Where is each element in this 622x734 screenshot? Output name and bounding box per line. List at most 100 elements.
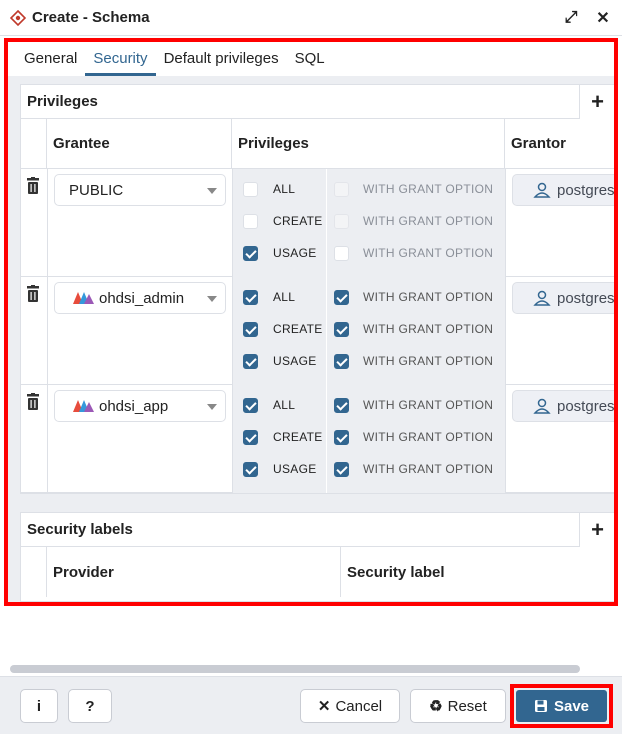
grant-option-label: WITH GRANT OPTION	[363, 182, 494, 196]
privilege-label: CREATE	[273, 214, 323, 228]
privilege-row: ohdsi_admin ALL WITH GRANT OPTION CREATE WIT…	[21, 277, 615, 385]
privilege-label: CREATE	[273, 322, 323, 336]
column-header-privileges: Privileges	[232, 119, 505, 168]
grant-option-checkbox[interactable]	[334, 214, 349, 229]
privileges-cell: ALL WITH GRANT OPTION CREATE WITH GRANT OPT…	[233, 277, 505, 385]
grant-option-label: WITH GRANT OPTION	[363, 290, 494, 304]
grantee-value: PUBLIC	[69, 181, 124, 199]
grant-option-checkbox[interactable]	[334, 430, 349, 445]
highlight-box-save: Save	[510, 684, 613, 728]
privileges-panel: Privileges + Grantee Privileges Grantor …	[20, 84, 615, 494]
grant-option-label: WITH GRANT OPTION	[363, 430, 494, 444]
privilege-label: USAGE	[273, 246, 317, 260]
save-label: Save	[553, 697, 590, 715]
grantee-select[interactable]: ohdsi_app	[54, 390, 226, 422]
privilege-label: ALL	[273, 290, 296, 304]
help-button[interactable]: ?	[68, 689, 112, 723]
chevron-down-icon	[207, 188, 217, 194]
reset-button[interactable]: ♻ Reset	[410, 689, 506, 723]
grant-option-checkbox[interactable]	[334, 398, 349, 413]
save-icon	[534, 700, 547, 712]
privilege-checkbox[interactable]	[243, 398, 258, 413]
info-button[interactable]: i	[20, 689, 58, 723]
grant-option-checkbox[interactable]	[334, 290, 349, 305]
privilege-checkbox[interactable]	[243, 246, 258, 261]
grantor-field: postgres	[512, 390, 614, 422]
privilege-checkbox[interactable]	[243, 182, 258, 197]
privilege-checkbox[interactable]	[243, 290, 258, 305]
chevron-down-icon	[207, 296, 217, 302]
dialog-titlebar: Create - Schema ⤢ ✕	[0, 0, 622, 36]
chevron-down-icon	[207, 404, 217, 410]
add-security-label-button[interactable]: +	[579, 513, 614, 547]
delete-row-icon[interactable]	[25, 177, 41, 195]
column-header-grantee: Grantee	[47, 119, 232, 168]
grant-option-label: WITH GRANT OPTION	[363, 398, 494, 412]
grantee-select[interactable]: PUBLIC	[54, 174, 226, 206]
user-icon	[533, 398, 551, 414]
dialog-title: Create - Schema	[32, 9, 150, 26]
privileges-cell: ALL WITH GRANT OPTION CREATE WITH GRANT OPT…	[233, 169, 505, 277]
privileges-panel-title: Privileges	[21, 85, 614, 119]
grant-option-label: WITH GRANT OPTION	[363, 246, 494, 260]
privilege-row: PUBLIC ALL WITH GRANT OPTION CREATE WITH GRA…	[21, 169, 615, 277]
add-privilege-button[interactable]: +	[579, 85, 614, 119]
save-button[interactable]: Save	[516, 690, 607, 722]
highlight-box-security: General Security Default privileges SQL …	[4, 38, 618, 606]
user-icon	[533, 182, 551, 198]
cancel-label: Cancel	[335, 697, 383, 715]
cancel-button[interactable]: ✕ Cancel	[300, 689, 400, 723]
column-header-provider: Provider	[47, 547, 341, 597]
cancel-icon: ✕	[317, 698, 331, 715]
grantee-value: ohdsi_app	[99, 397, 169, 415]
tab-general[interactable]: General	[16, 46, 85, 76]
user-icon	[533, 290, 551, 306]
privilege-label: CREATE	[273, 430, 323, 444]
tab-sql[interactable]: SQL	[287, 46, 333, 76]
grant-option-checkbox[interactable]	[334, 322, 349, 337]
privilege-checkbox[interactable]	[243, 462, 258, 477]
grant-option-checkbox[interactable]	[334, 182, 349, 197]
privilege-label: USAGE	[273, 354, 317, 368]
grantor-value: postgres	[557, 181, 615, 199]
role-icon	[73, 400, 94, 412]
privilege-label: USAGE	[273, 462, 317, 476]
tab-default-privileges[interactable]: Default privileges	[156, 46, 287, 76]
column-header-grantor: Grantor	[511, 135, 567, 152]
tab-security[interactable]: Security	[85, 46, 156, 76]
grant-option-checkbox[interactable]	[334, 246, 349, 261]
privilege-label: ALL	[273, 182, 296, 196]
grant-option-checkbox[interactable]	[334, 462, 349, 477]
grantor-field: postgres	[512, 174, 615, 206]
grantor-value: postgres	[557, 289, 615, 307]
close-icon[interactable]: ✕	[594, 8, 612, 28]
privilege-label: ALL	[273, 398, 296, 412]
grantee-select[interactable]: ohdsi_admin	[54, 282, 226, 314]
expand-icon[interactable]: ⤢	[562, 9, 580, 27]
security-labels-title: Security labels	[21, 513, 614, 547]
privilege-checkbox[interactable]	[243, 430, 258, 445]
grantor-field: postgres	[512, 282, 615, 314]
security-labels-grid-header: Provider Security label	[21, 547, 614, 597]
schema-logo-icon	[10, 9, 26, 26]
reset-icon: ♻	[429, 698, 443, 715]
tab-bar: General Security Default privileges SQL	[8, 42, 614, 76]
reset-label: Reset	[447, 697, 487, 715]
grant-option-checkbox[interactable]	[334, 354, 349, 369]
grant-option-label: WITH GRANT OPTION	[363, 354, 494, 368]
privilege-checkbox[interactable]	[243, 322, 258, 337]
privileges-grid-header: Grantee Privileges Grantor	[21, 119, 614, 169]
horizontal-scrollbar[interactable]	[10, 665, 580, 673]
privilege-row: ohdsi_app ALL WITH GRANT OPTION CREATE WITH …	[21, 385, 614, 493]
grant-option-label: WITH GRANT OPTION	[363, 462, 494, 476]
grant-option-label: WITH GRANT OPTION	[363, 214, 494, 228]
delete-row-icon[interactable]	[25, 285, 41, 303]
privilege-checkbox[interactable]	[243, 214, 258, 229]
role-icon	[73, 292, 94, 304]
grant-option-label: WITH GRANT OPTION	[363, 322, 494, 336]
column-header-security-label: Security label	[347, 563, 445, 581]
grantee-value: ohdsi_admin	[99, 289, 185, 307]
delete-row-icon[interactable]	[25, 393, 41, 411]
privilege-checkbox[interactable]	[243, 354, 258, 369]
privileges-cell: ALL WITH GRANT OPTION CREATE WITH GRANT OPT…	[233, 385, 505, 493]
